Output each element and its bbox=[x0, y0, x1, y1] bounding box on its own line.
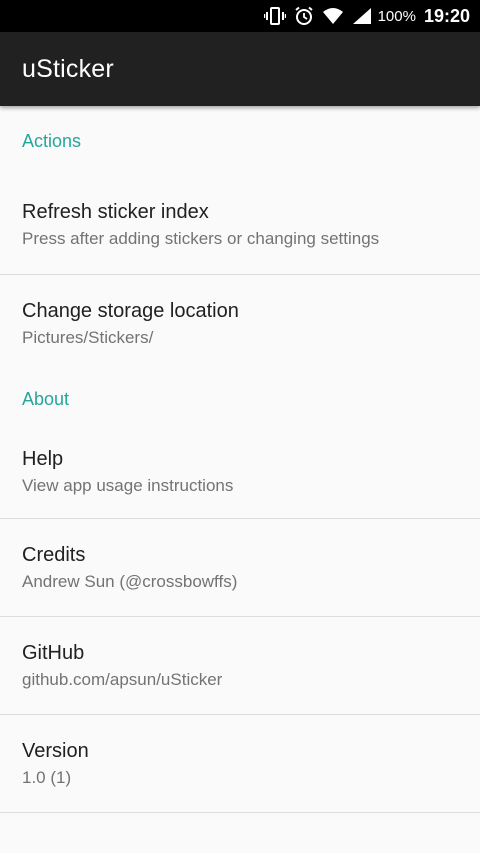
pref-credits[interactable]: Credits Andrew Sun (@crossbowffs) bbox=[0, 519, 480, 617]
pref-summary: View app usage instructions bbox=[22, 475, 234, 495]
battery-percent: 100% bbox=[377, 7, 416, 25]
section-header-actions: Actions bbox=[22, 130, 82, 151]
cell-signal-icon bbox=[352, 6, 372, 26]
pref-title: Refresh sticker index bbox=[22, 201, 209, 223]
pref-github[interactable]: GitHub github.com/apsun/uSticker bbox=[0, 617, 480, 715]
pref-title: Version bbox=[22, 739, 89, 762]
pref-version[interactable]: Version 1.0 (1) bbox=[0, 715, 480, 813]
wifi-icon bbox=[322, 6, 344, 26]
clock: 19:20 bbox=[423, 5, 470, 26]
settings-list: Actions Refresh sticker index Press afte… bbox=[0, 106, 480, 813]
status-bar: 100% 19:20 bbox=[0, 0, 480, 32]
pref-help[interactable]: Help View app usage instructions bbox=[0, 425, 480, 519]
pref-summary: github.com/apsun/uSticker bbox=[22, 669, 223, 689]
pref-change-storage-location[interactable]: Change storage location Pictures/Sticker… bbox=[0, 275, 480, 373]
pref-summary: Pictures/Stickers/ bbox=[22, 328, 154, 347]
app-bar: uSticker bbox=[0, 32, 480, 106]
section-header-about: About bbox=[22, 388, 70, 409]
pref-title: Change storage location bbox=[22, 300, 239, 322]
pref-summary: 1.0 (1) bbox=[22, 767, 72, 787]
pref-summary: Andrew Sun (@crossbowffs) bbox=[22, 571, 238, 591]
vibrate-icon bbox=[263, 6, 286, 26]
pref-refresh-sticker-index[interactable]: Refresh sticker index Press after adding… bbox=[0, 176, 480, 275]
app-title: uSticker bbox=[22, 54, 114, 83]
pref-title: GitHub bbox=[22, 641, 85, 664]
alarm-icon bbox=[294, 6, 314, 26]
pref-title: Credits bbox=[22, 543, 86, 566]
pref-title: Help bbox=[22, 447, 64, 470]
pref-summary: Press after adding stickers or changing … bbox=[22, 229, 380, 248]
